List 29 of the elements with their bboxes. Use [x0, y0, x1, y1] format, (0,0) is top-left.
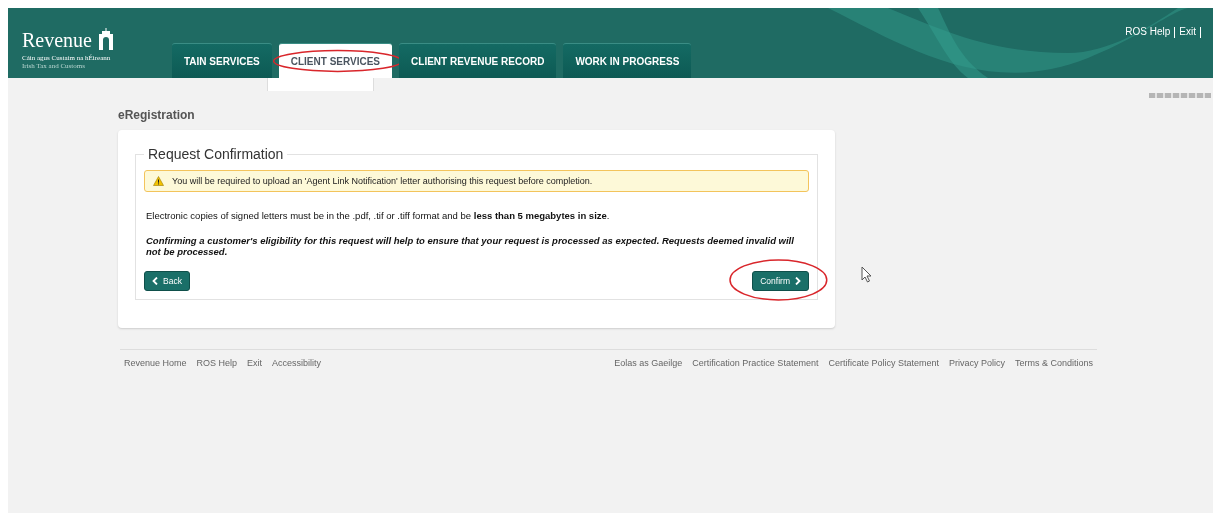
footer-link[interactable]: Revenue Home [124, 358, 187, 368]
footer-link[interactable]: Certification Practice Statement [692, 358, 819, 368]
nav-tab[interactable]: WORK IN PROGRESS [563, 43, 692, 78]
nav-tab[interactable]: TAIN SERVICES [172, 43, 272, 78]
nav-tab[interactable]: CLIENT SERVICES [278, 43, 393, 78]
warning-text: You will be required to upload an 'Agent Link Notification' letter authorising this request before completion. [172, 176, 593, 186]
footer-link[interactable]: Certificate Policy Statement [828, 358, 939, 368]
back-button[interactable]: Back [144, 271, 190, 291]
arch-gate-icon [98, 28, 114, 50]
chevron-right-icon [794, 277, 801, 285]
section-legend: Request Confirmation [144, 146, 288, 162]
notice-text: Confirming a customer's eligibility for this request will help to ensure that your request is processed as expected. Requests deemed invalid will not be processed. [146, 235, 795, 257]
top-link[interactable]: Exit [1179, 26, 1196, 38]
info-text: Electronic copies of signed letters must be in the .pdf, .tif or .tiff format and be less than 5 megabytes in size. [146, 210, 611, 221]
top-link[interactable]: ROS Help [1125, 26, 1171, 38]
footer-link[interactable]: Privacy Policy [948, 358, 1005, 368]
nav-tab[interactable]: CLIENT REVENUE RECORD [399, 43, 557, 78]
mouse-cursor-icon [861, 266, 873, 283]
footer-link[interactable]: Exit [247, 358, 263, 368]
logo-wordmark: Revenue [22, 30, 92, 50]
footer-link[interactable]: ROS Help [196, 358, 238, 368]
chevron-left-icon [152, 277, 159, 285]
footer-link[interactable]: Terms & Conditions [1014, 358, 1093, 368]
footer-link[interactable]: Accessibility [272, 358, 322, 368]
footer-link[interactable]: Eolas as Gaeilge [614, 358, 683, 368]
warning-icon [153, 176, 164, 186]
page-title: eRegistration [118, 108, 196, 122]
confirm-button[interactable]: Confirm [752, 271, 809, 291]
blurred-text [1149, 93, 1211, 98]
